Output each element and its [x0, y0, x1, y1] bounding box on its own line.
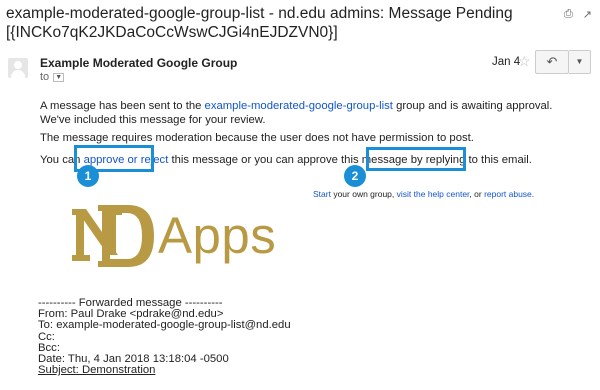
- print-icon[interactable]: ⎙: [564, 8, 573, 21]
- apps-wordmark: Apps: [158, 207, 277, 264]
- avatar: [8, 58, 28, 78]
- footer-text-2: , or: [469, 189, 485, 199]
- step-badge-1: 1: [77, 165, 99, 187]
- sender-name[interactable]: Example Moderated Google Group: [40, 56, 237, 70]
- email-date: Jan 4: [492, 56, 521, 68]
- footer-text-1: your own group,: [330, 189, 397, 199]
- body-paragraph-1: A message has been sent to the example-m…: [40, 99, 560, 127]
- forwarded-to: To: example-moderated-google-group-list@…: [38, 319, 291, 332]
- popout-icon[interactable]: ↗: [583, 8, 592, 21]
- chevron-down-icon: ▼: [575, 57, 584, 66]
- body-paragraph-2: The message requires moderation because …: [40, 132, 474, 144]
- p1-text-pre: A message has been sent to the: [40, 100, 205, 112]
- help-center-link[interactable]: visit the help center: [397, 189, 470, 199]
- start-group-link[interactable]: Start: [313, 189, 331, 199]
- reply-icon: ↶: [546, 54, 558, 69]
- recipient-line: to ▼: [40, 71, 65, 83]
- forwarded-subject: Subject: Demonstration: [38, 364, 156, 377]
- star-icon[interactable]: ☆: [518, 53, 531, 70]
- forwarded-message: ---------- Forwarded message ---------- …: [38, 297, 291, 377]
- avatar-head: [14, 61, 22, 69]
- highlight-box-2: [366, 147, 466, 171]
- recipient-details-dropdown-icon[interactable]: ▼: [53, 72, 65, 82]
- p3-text-post: .: [528, 154, 532, 166]
- forwarded-cc: Cc:: [38, 330, 55, 343]
- subject-line-2: [{INCKo7qK2JKDaCoCcWswCJGi4nEJDZVN0}]: [6, 24, 338, 41]
- nd-monogram-logo: [72, 205, 154, 267]
- report-abuse-link[interactable]: report abuse: [484, 189, 532, 199]
- footer-text-3: .: [531, 189, 535, 199]
- step-badge-2: 2: [344, 165, 366, 187]
- top-actions: ⎙ ↗: [564, 8, 592, 21]
- reply-button[interactable]: ↶: [535, 50, 569, 74]
- avatar-body: [11, 70, 25, 78]
- to-label: to: [40, 71, 50, 83]
- more-options-button[interactable]: ▼: [569, 50, 591, 74]
- group-link[interactable]: example-moderated-google-group-list: [205, 100, 393, 112]
- group-footer: Start your own group, visit the help cen…: [313, 189, 534, 199]
- subject-line-1: example-moderated-google-group-list - nd…: [6, 5, 513, 22]
- email-subject: example-moderated-google-group-list - nd…: [6, 4, 546, 42]
